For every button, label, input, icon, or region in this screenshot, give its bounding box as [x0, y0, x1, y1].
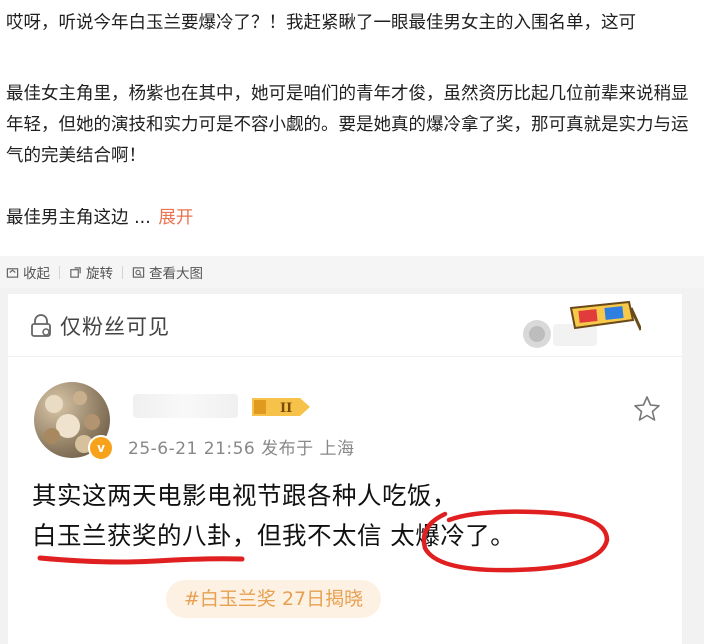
image-toolbar: 收起 旋转 查看大图	[0, 256, 704, 288]
level-text: II	[280, 401, 292, 416]
level-badge: II	[248, 396, 312, 418]
hashtag-topic[interactable]: #白玉兰奖 27日揭晓	[166, 580, 382, 618]
collapse-icon	[6, 267, 19, 278]
star-icon[interactable]	[632, 394, 662, 424]
post-meta: 25-6-21 21:56 发布于 上海	[128, 439, 355, 459]
fans-only-label: 仅粉丝可见	[60, 315, 170, 339]
post-paragraph-2: 最佳女主角里，杨紫也在其中，她可是咱们的青年才俊，虽然资历比起几位前辈来说稍显年…	[6, 84, 689, 166]
magnify-icon	[132, 266, 145, 278]
rotate-button[interactable]: 旋转	[69, 262, 113, 282]
verified-badge: v	[88, 435, 114, 461]
red-circle-mark	[421, 509, 610, 573]
post-body: 哎呀，听说今年白玉兰要爆冷了？！我赶紧瞅了一眼最佳男女主的入围名单，这可 最佳女…	[6, 8, 696, 234]
toolbar-divider	[59, 265, 60, 279]
collapse-button[interactable]: 收起	[6, 262, 50, 282]
collapse-label: 收起	[23, 266, 50, 282]
rotate-icon	[70, 266, 81, 278]
level-icon: II	[252, 398, 310, 416]
username-blurred	[133, 394, 238, 418]
view-large-button[interactable]: 查看大图	[132, 262, 203, 282]
view-large-label: 查看大图	[149, 266, 203, 282]
3d-glasses-sticker-icon	[523, 300, 641, 348]
post-paragraph-3: 最佳男主角这边 ... 展开	[6, 203, 696, 234]
post-image[interactable]: 仅粉丝可见 v II 25-6-21 21:56 发布于 上海 其实这两天电影电…	[0, 288, 704, 644]
rotate-label: 旋转	[86, 266, 113, 282]
screenshot-card: 仅粉丝可见 v II 25-6-21 21:56 发布于 上海 其实这两天电影电…	[8, 294, 682, 644]
fans-only-bar: 仅粉丝可见	[8, 294, 682, 357]
toolbar-divider	[122, 265, 123, 279]
post-paragraph-3-text: 最佳男主角这边	[6, 208, 129, 228]
lock-icon	[31, 314, 51, 337]
post-paragraph-1: 哎呀，听说今年白玉兰要爆冷了？！我赶紧瞅了一眼最佳男女主的入围名单，这可	[6, 13, 636, 33]
ellipsis: ...	[134, 208, 151, 228]
red-underline-mark	[37, 555, 245, 565]
expand-link[interactable]: 展开	[158, 208, 193, 228]
